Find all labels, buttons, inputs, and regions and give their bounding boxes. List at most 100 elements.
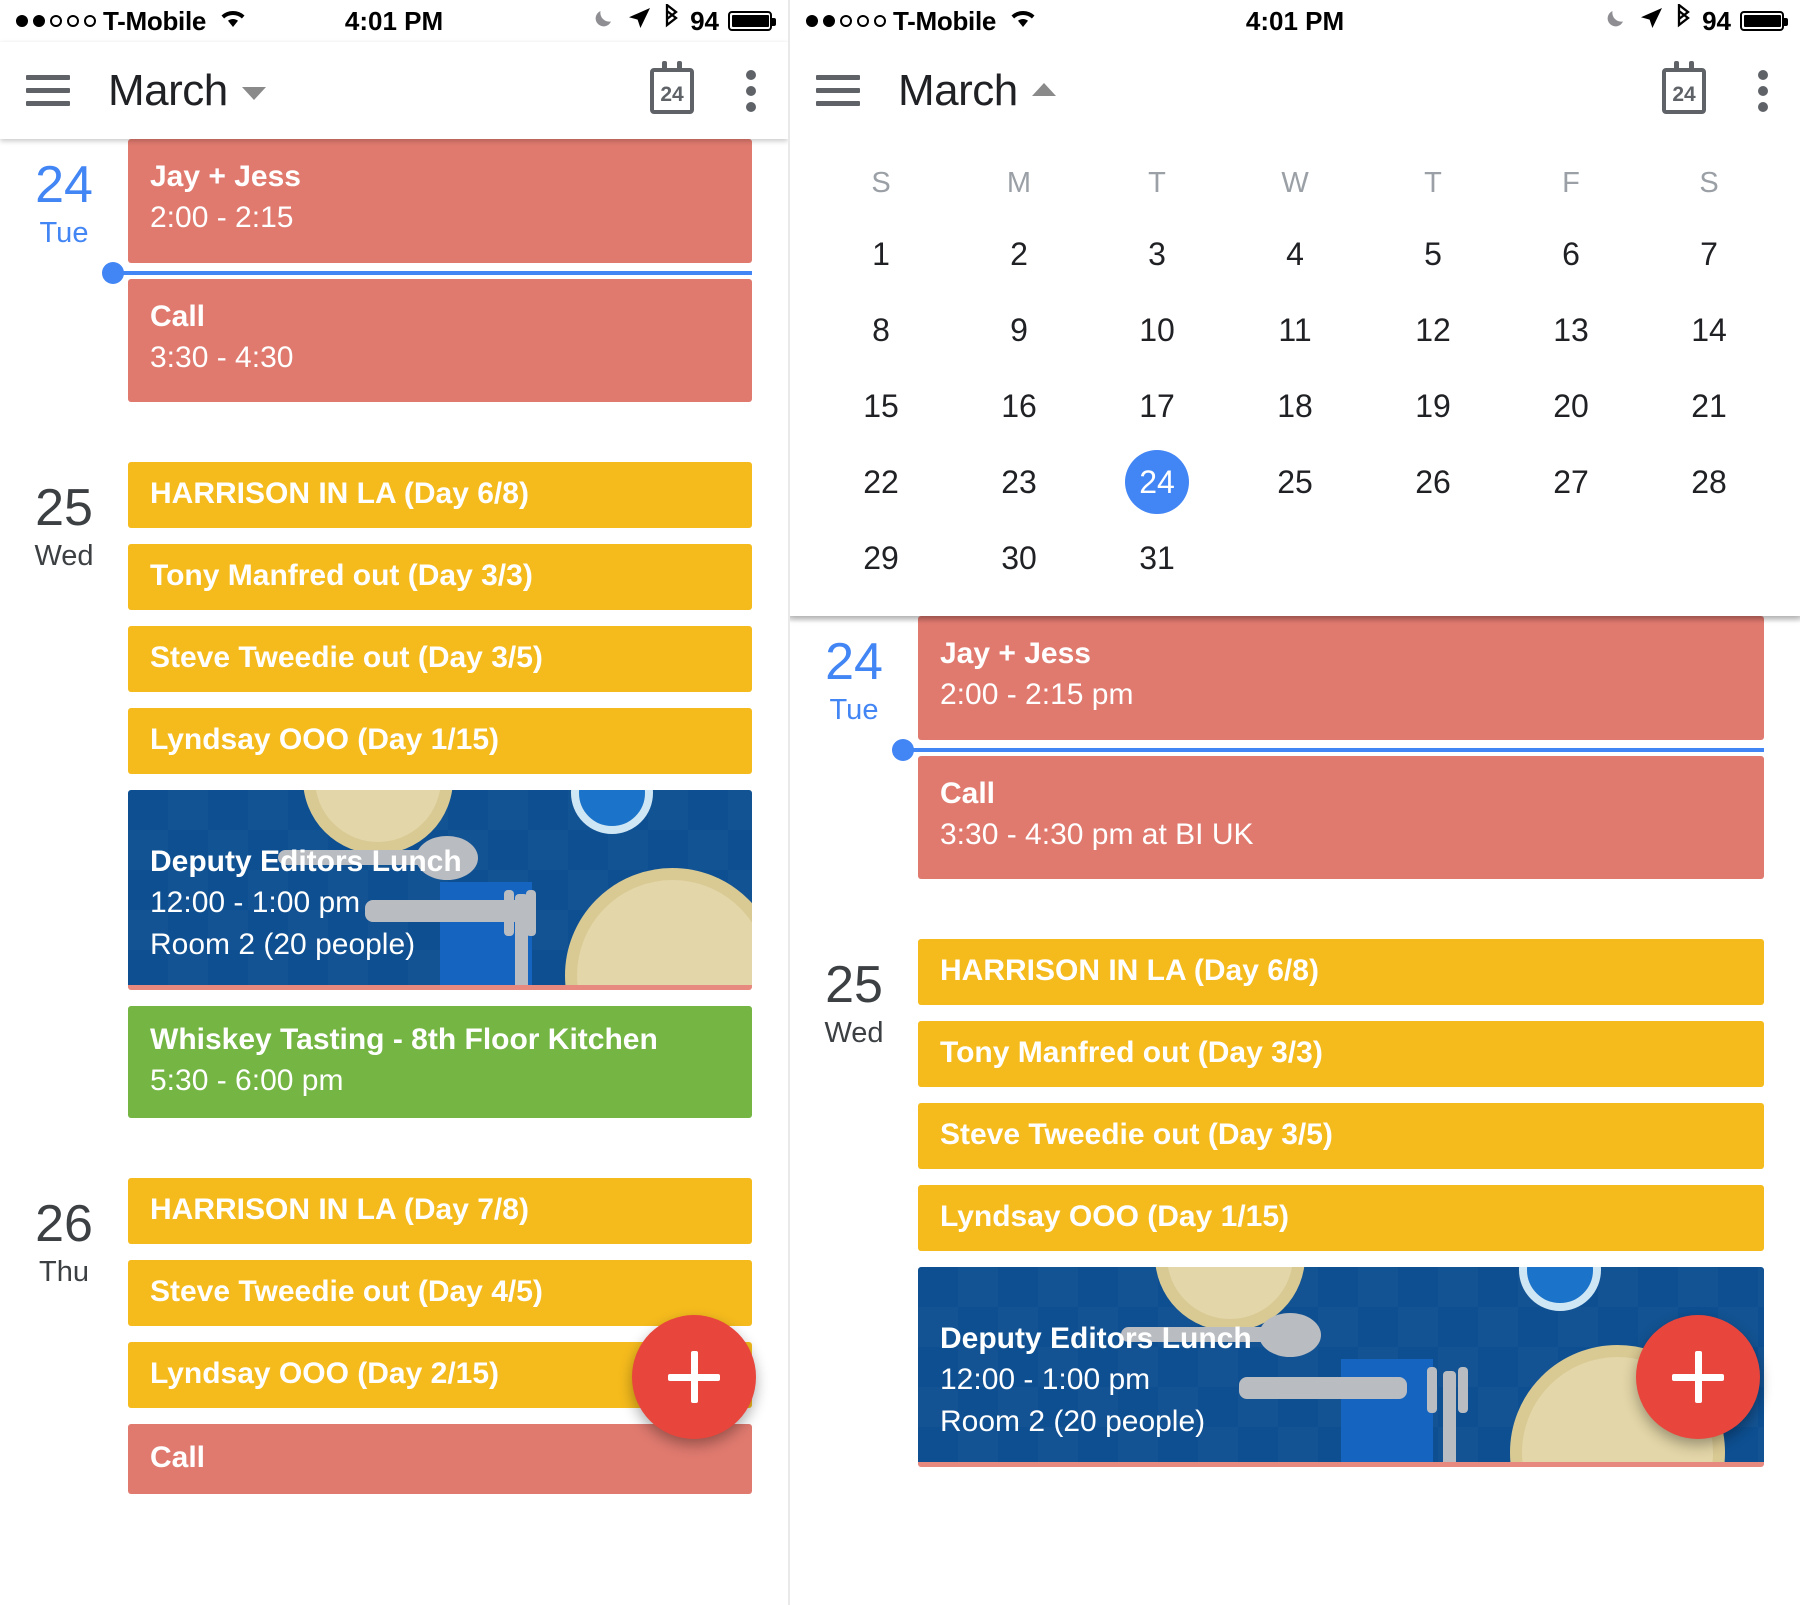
month-grid-day-17[interactable]: 17 xyxy=(1088,368,1226,444)
month-grid-day-19[interactable]: 19 xyxy=(1364,368,1502,444)
event-text-group: Whiskey Tasting - 8th Floor Kitchen 5:30 … xyxy=(150,1022,730,1100)
month-grid-day-5[interactable]: 5 xyxy=(1364,216,1502,292)
day-number-label: 13 xyxy=(1553,312,1589,348)
event-text-group: HARRISON IN LA (Day 7/8) xyxy=(150,1192,730,1228)
month-grid-day-4[interactable]: 4 xyxy=(1226,216,1364,292)
month-grid-day-13[interactable]: 13 xyxy=(1502,292,1640,368)
event-chip[interactable]: Tony Manfred out (Day 3/3) xyxy=(918,1021,1764,1087)
chevron-up-icon xyxy=(1031,83,1056,96)
carrier-label: T-Mobile xyxy=(103,5,207,36)
month-grid-day-22[interactable]: 22 xyxy=(812,444,950,520)
month-grid-day-26[interactable]: 26 xyxy=(1364,444,1502,520)
day-of-week-header: S xyxy=(1699,167,1719,199)
event-title: Deputy Editors Lunch xyxy=(940,1322,1252,1355)
day-number-label: 11 xyxy=(1278,312,1312,348)
event-text-group: Tony Manfred out (Day 3/3) xyxy=(940,1035,1742,1071)
event-title: HARRISON IN LA (Day 7/8) xyxy=(150,1192,529,1226)
event-chip[interactable]: HARRISON IN LA (Day 6/8) xyxy=(128,462,752,528)
event-chip[interactable]: Steve Tweedie out (Day 3/5) xyxy=(918,1103,1764,1169)
day-number-label: 30 xyxy=(1001,540,1037,576)
calendar-today-day-label: 24 xyxy=(660,82,684,106)
day-separator xyxy=(0,1134,788,1178)
schedule-day-block: 24 Tue Jay + Jess 2:00 - 2:15 pm Call 3:30 - … xyxy=(790,616,1800,895)
day-number-label: 1 xyxy=(872,236,890,272)
event-chip[interactable]: Jay + Jess 2:00 - 2:15 xyxy=(128,139,752,263)
day-of-week-header: W xyxy=(1281,167,1309,199)
event-chip[interactable]: Tony Manfred out (Day 3/3) xyxy=(128,544,752,610)
month-grid-day-24[interactable]: 24 xyxy=(1088,444,1226,520)
event-text-group: Steve Tweedie out (Day 3/5) xyxy=(940,1117,1742,1153)
current-time-line xyxy=(113,270,752,275)
month-grid-day-7[interactable]: 7 xyxy=(1640,216,1778,292)
day-number-label: 24 xyxy=(1125,450,1189,514)
event-chip[interactable]: Steve Tweedie out (Day 3/5) xyxy=(128,626,752,692)
month-grid-day-25[interactable]: 25 xyxy=(1226,444,1364,520)
month-title-dropdown[interactable]: March xyxy=(898,66,1056,116)
day-of-week-label: Wed xyxy=(824,1017,884,1049)
day-number-label: 27 xyxy=(1553,464,1589,500)
day-header-column: 25 Wed xyxy=(790,939,918,1050)
event-time: 3:30 - 4:30 pm at BI UK xyxy=(940,817,1254,851)
create-event-fab[interactable] xyxy=(632,1315,756,1439)
month-grid-day-29[interactable]: 29 xyxy=(812,520,950,596)
event-chip[interactable]: Call 3:30 - 4:30 xyxy=(128,278,752,402)
more-vertical-icon[interactable] xyxy=(1758,69,1768,112)
event-chip[interactable]: HARRISON IN LA (Day 6/8) xyxy=(918,939,1764,1005)
day-separator xyxy=(0,418,788,462)
right-status-indicators: 94 xyxy=(1603,2,1788,39)
right-phone-screenshot: T-Mobile 4:01 PM 94 March 24 S M T W T F… xyxy=(790,0,1800,1605)
calendar-today-icon[interactable]: 24 xyxy=(1662,60,1706,114)
event-chip[interactable]: Deputy Editors Lunch 12:00 - 1:00 pm Room … xyxy=(128,790,752,990)
battery-percent-label: 94 xyxy=(1702,5,1731,36)
month-grid-day-10[interactable]: 10 xyxy=(1088,292,1226,368)
day-number-label: 19 xyxy=(1415,388,1451,424)
month-grid-day-30[interactable]: 30 xyxy=(950,520,1088,596)
event-time: 12:00 - 1:00 pm xyxy=(150,886,361,919)
event-text-group: Lyndsay OOO (Day 1/15) xyxy=(940,1199,1742,1235)
month-grid-day-18[interactable]: 18 xyxy=(1226,368,1364,444)
hamburger-menu-icon[interactable] xyxy=(26,75,70,106)
month-grid-day-15[interactable]: 15 xyxy=(812,368,950,444)
month-title-dropdown[interactable]: March xyxy=(108,66,266,116)
event-title: Jay + Jess xyxy=(940,637,1091,670)
month-grid-day-21[interactable]: 21 xyxy=(1640,368,1778,444)
month-grid-day-12[interactable]: 12 xyxy=(1364,292,1502,368)
event-chip[interactable]: Steve Tweedie out (Day 4/5) xyxy=(128,1259,752,1326)
chevron-down-icon xyxy=(241,87,266,100)
left-phone-screenshot: T-Mobile 4:01 PM 94 March 24 24 Tue Jay … xyxy=(0,0,790,1605)
month-grid-day-9[interactable]: 9 xyxy=(950,292,1088,368)
event-chip[interactable]: Jay + Jess 2:00 - 2:15 pm xyxy=(918,616,1764,740)
month-grid-day-31[interactable]: 31 xyxy=(1088,520,1226,596)
event-chip[interactable]: HARRISON IN LA (Day 7/8) xyxy=(128,1177,752,1244)
month-grid-day-28[interactable]: 28 xyxy=(1640,444,1778,520)
event-time: 5:30 - 6:00 pm xyxy=(150,1064,344,1097)
month-grid-day-20[interactable]: 20 xyxy=(1502,368,1640,444)
month-grid[interactable]: S M T W T F S 1 2 3 4 5 6 7 8 9 10 11 12 13 14 15 16 17 18 19 20 21… xyxy=(790,139,1800,616)
month-grid-day-8[interactable]: 8 xyxy=(812,292,950,368)
month-grid-day-2[interactable]: 2 xyxy=(950,216,1088,292)
day-events-column: Jay + Jess 2:00 - 2:15 Call 3:30 - 4:30 xyxy=(102,139,788,418)
wifi-icon xyxy=(1007,6,1039,37)
current-time-line xyxy=(903,747,1764,752)
day-separator xyxy=(790,895,1800,939)
month-grid-day-27[interactable]: 27 xyxy=(1502,444,1640,520)
event-chip[interactable]: Lyndsay OOO (Day 1/15) xyxy=(918,1185,1764,1251)
month-grid-day-16[interactable]: 16 xyxy=(950,368,1088,444)
month-grid-day-11[interactable]: 11 xyxy=(1226,292,1364,368)
event-chip[interactable]: Call 3:30 - 4:30 pm at BI UK xyxy=(918,755,1764,879)
month-grid-day-3[interactable]: 3 xyxy=(1088,216,1226,292)
event-chip[interactable]: Whiskey Tasting - 8th Floor Kitchen 5:30 … xyxy=(128,1006,752,1118)
left-schedule-list[interactable]: 24 Tue Jay + Jess 2:00 - 2:15 Call 3:30 - 4:3… xyxy=(0,139,788,1510)
event-chip[interactable]: Call xyxy=(128,1423,752,1494)
more-vertical-icon[interactable] xyxy=(746,69,756,112)
month-grid-empty-cell xyxy=(1640,520,1778,596)
month-grid-day-1[interactable]: 1 xyxy=(812,216,950,292)
create-event-fab[interactable] xyxy=(1636,1315,1760,1439)
hamburger-menu-icon[interactable] xyxy=(816,75,860,106)
month-grid-day-14[interactable]: 14 xyxy=(1640,292,1778,368)
month-grid-day-6[interactable]: 6 xyxy=(1502,216,1640,292)
day-number-label: 26 xyxy=(1415,464,1451,500)
month-grid-day-23[interactable]: 23 xyxy=(950,444,1088,520)
event-chip[interactable]: Lyndsay OOO (Day 1/15) xyxy=(128,708,752,774)
calendar-today-icon[interactable]: 24 xyxy=(650,60,694,114)
